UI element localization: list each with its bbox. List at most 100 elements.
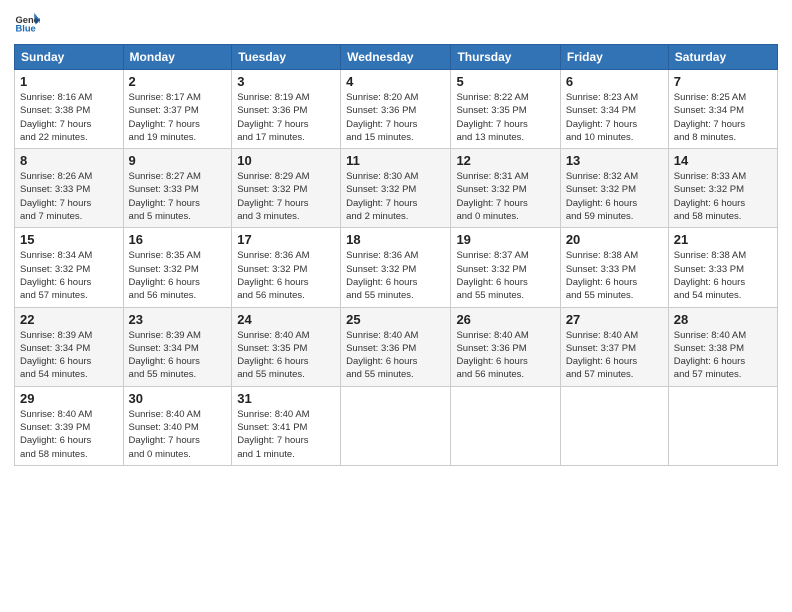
day-info: Sunrise: 8:32 AM Sunset: 3:32 PM Dayligh… <box>566 170 663 223</box>
calendar-cell: 25Sunrise: 8:40 AM Sunset: 3:36 PM Dayli… <box>341 307 451 386</box>
day-number: 5 <box>456 74 554 89</box>
day-number: 22 <box>20 312 118 327</box>
day-info: Sunrise: 8:39 AM Sunset: 3:34 PM Dayligh… <box>129 329 227 382</box>
day-number: 27 <box>566 312 663 327</box>
calendar-week-row: 29 Sunrise: 8:40 AM Sunset: 3:39 PM Dayli… <box>15 386 778 465</box>
calendar-week-row: 22 Sunrise: 8:39 AM Sunset: 3:34 PM Dayli… <box>15 307 778 386</box>
day-info: Sunrise: 8:40 AM Sunset: 3:37 PM Dayligh… <box>566 329 663 382</box>
day-number: 13 <box>566 153 663 168</box>
day-info: Sunrise: 8:20 AM Sunset: 3:36 PM Dayligh… <box>346 91 445 144</box>
day-number: 1 <box>20 74 118 89</box>
day-number: 2 <box>129 74 227 89</box>
day-info: Sunrise: 8:33 AM Sunset: 3:32 PM Dayligh… <box>674 170 772 223</box>
calendar-cell: 4 Sunrise: 8:20 AM Sunset: 3:36 PM Daylig… <box>341 70 451 149</box>
calendar-cell: 27 Sunrise: 8:40 AM Sunset: 3:37 PM Dayli… <box>560 307 668 386</box>
col-header-saturday: Saturday <box>668 45 777 70</box>
day-info: Sunrise: 8:40 AM Sunset: 3:36 PM Dayligh… <box>346 329 445 382</box>
day-info: Sunrise: 8:30 AM Sunset: 3:32 PM Dayligh… <box>346 170 445 223</box>
col-header-monday: Monday <box>123 45 232 70</box>
calendar-cell: 30 Sunrise: 8:40 AM Sunset: 3:40 PM Dayli… <box>123 386 232 465</box>
calendar-cell <box>341 386 451 465</box>
day-info: Sunrise: 8:25 AM Sunset: 3:34 PM Dayligh… <box>674 91 772 144</box>
day-number: 29 <box>20 391 118 406</box>
day-number: 9 <box>129 153 227 168</box>
day-number: 16 <box>129 232 227 247</box>
calendar-header-row: SundayMondayTuesdayWednesdayThursdayFrid… <box>15 45 778 70</box>
day-info: Sunrise: 8:23 AM Sunset: 3:34 PM Dayligh… <box>566 91 663 144</box>
day-info: Sunrise: 8:31 AM Sunset: 3:32 PM Dayligh… <box>456 170 554 223</box>
day-number: 17 <box>237 232 335 247</box>
day-number: 20 <box>566 232 663 247</box>
calendar-cell: 11 Sunrise: 8:30 AM Sunset: 3:32 PM Dayli… <box>341 149 451 228</box>
calendar-cell: 29 Sunrise: 8:40 AM Sunset: 3:39 PM Dayli… <box>15 386 124 465</box>
day-number: 6 <box>566 74 663 89</box>
calendar-table: SundayMondayTuesdayWednesdayThursdayFrid… <box>14 44 778 466</box>
calendar-cell: 3 Sunrise: 8:19 AM Sunset: 3:36 PM Daylig… <box>232 70 341 149</box>
calendar-cell: 15 Sunrise: 8:34 AM Sunset: 3:32 PM Dayli… <box>15 228 124 307</box>
day-number: 28 <box>674 312 772 327</box>
calendar-cell: 7 Sunrise: 8:25 AM Sunset: 3:34 PM Daylig… <box>668 70 777 149</box>
col-header-sunday: Sunday <box>15 45 124 70</box>
day-info: Sunrise: 8:39 AM Sunset: 3:34 PM Dayligh… <box>20 329 118 382</box>
calendar-cell: 8 Sunrise: 8:26 AM Sunset: 3:33 PM Daylig… <box>15 149 124 228</box>
day-number: 26 <box>456 312 554 327</box>
calendar-cell: 31Sunrise: 8:40 AM Sunset: 3:41 PM Dayli… <box>232 386 341 465</box>
calendar-cell: 12 Sunrise: 8:31 AM Sunset: 3:32 PM Dayli… <box>451 149 560 228</box>
day-number: 12 <box>456 153 554 168</box>
col-header-thursday: Thursday <box>451 45 560 70</box>
day-number: 8 <box>20 153 118 168</box>
day-number: 19 <box>456 232 554 247</box>
col-header-friday: Friday <box>560 45 668 70</box>
day-number: 18 <box>346 232 445 247</box>
day-info: Sunrise: 8:40 AM Sunset: 3:41 PM Dayligh… <box>237 408 335 461</box>
day-info: Sunrise: 8:27 AM Sunset: 3:33 PM Dayligh… <box>129 170 227 223</box>
day-number: 14 <box>674 153 772 168</box>
page: General Blue SundayMondayTuesdayWednesda… <box>0 0 792 612</box>
calendar-cell: 9 Sunrise: 8:27 AM Sunset: 3:33 PM Daylig… <box>123 149 232 228</box>
calendar-cell: 13 Sunrise: 8:32 AM Sunset: 3:32 PM Dayli… <box>560 149 668 228</box>
day-number: 11 <box>346 153 445 168</box>
calendar-cell: 23 Sunrise: 8:39 AM Sunset: 3:34 PM Dayli… <box>123 307 232 386</box>
calendar-cell: 26Sunrise: 8:40 AM Sunset: 3:36 PM Dayli… <box>451 307 560 386</box>
day-info: Sunrise: 8:36 AM Sunset: 3:32 PM Dayligh… <box>346 249 445 302</box>
day-info: Sunrise: 8:34 AM Sunset: 3:32 PM Dayligh… <box>20 249 118 302</box>
day-info: Sunrise: 8:16 AM Sunset: 3:38 PM Dayligh… <box>20 91 118 144</box>
calendar-week-row: 15 Sunrise: 8:34 AM Sunset: 3:32 PM Dayli… <box>15 228 778 307</box>
day-info: Sunrise: 8:40 AM Sunset: 3:39 PM Dayligh… <box>20 408 118 461</box>
day-info: Sunrise: 8:22 AM Sunset: 3:35 PM Dayligh… <box>456 91 554 144</box>
day-number: 7 <box>674 74 772 89</box>
calendar-cell: 19 Sunrise: 8:37 AM Sunset: 3:32 PM Dayli… <box>451 228 560 307</box>
day-info: Sunrise: 8:35 AM Sunset: 3:32 PM Dayligh… <box>129 249 227 302</box>
day-number: 4 <box>346 74 445 89</box>
day-info: Sunrise: 8:40 AM Sunset: 3:38 PM Dayligh… <box>674 329 772 382</box>
day-number: 3 <box>237 74 335 89</box>
day-number: 24 <box>237 312 335 327</box>
calendar-cell: 18 Sunrise: 8:36 AM Sunset: 3:32 PM Dayli… <box>341 228 451 307</box>
day-number: 30 <box>129 391 227 406</box>
calendar-cell: 2Sunrise: 8:17 AM Sunset: 3:37 PM Daylig… <box>123 70 232 149</box>
calendar-cell: 28 Sunrise: 8:40 AM Sunset: 3:38 PM Dayli… <box>668 307 777 386</box>
day-info: Sunrise: 8:40 AM Sunset: 3:35 PM Dayligh… <box>237 329 335 382</box>
day-info: Sunrise: 8:26 AM Sunset: 3:33 PM Dayligh… <box>20 170 118 223</box>
calendar-cell: 10Sunrise: 8:29 AM Sunset: 3:32 PM Dayli… <box>232 149 341 228</box>
calendar-cell: 16 Sunrise: 8:35 AM Sunset: 3:32 PM Dayli… <box>123 228 232 307</box>
day-info: Sunrise: 8:19 AM Sunset: 3:36 PM Dayligh… <box>237 91 335 144</box>
calendar-cell: 20 Sunrise: 8:38 AM Sunset: 3:33 PM Dayli… <box>560 228 668 307</box>
calendar-week-row: 8 Sunrise: 8:26 AM Sunset: 3:33 PM Daylig… <box>15 149 778 228</box>
logo-icon: General Blue <box>14 10 40 36</box>
day-number: 15 <box>20 232 118 247</box>
calendar-cell: 14 Sunrise: 8:33 AM Sunset: 3:32 PM Dayli… <box>668 149 777 228</box>
calendar-cell <box>668 386 777 465</box>
calendar-cell: 6 Sunrise: 8:23 AM Sunset: 3:34 PM Daylig… <box>560 70 668 149</box>
logo: General Blue <box>14 10 42 36</box>
calendar-week-row: 1 Sunrise: 8:16 AM Sunset: 3:38 PM Daylig… <box>15 70 778 149</box>
day-info: Sunrise: 8:37 AM Sunset: 3:32 PM Dayligh… <box>456 249 554 302</box>
day-info: Sunrise: 8:38 AM Sunset: 3:33 PM Dayligh… <box>566 249 663 302</box>
calendar-cell <box>560 386 668 465</box>
day-info: Sunrise: 8:36 AM Sunset: 3:32 PM Dayligh… <box>237 249 335 302</box>
day-info: Sunrise: 8:38 AM Sunset: 3:33 PM Dayligh… <box>674 249 772 302</box>
day-info: Sunrise: 8:40 AM Sunset: 3:40 PM Dayligh… <box>129 408 227 461</box>
day-number: 23 <box>129 312 227 327</box>
calendar-cell: 1 Sunrise: 8:16 AM Sunset: 3:38 PM Daylig… <box>15 70 124 149</box>
day-number: 21 <box>674 232 772 247</box>
